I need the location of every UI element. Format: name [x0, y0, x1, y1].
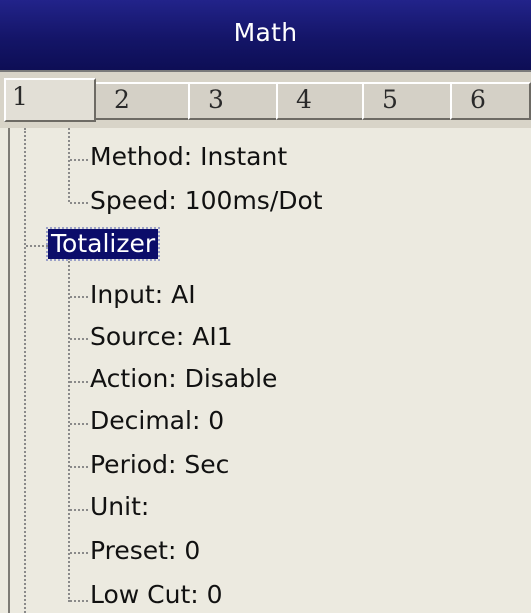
tree-item-decimal[interactable]: Decimal: 0	[90, 406, 224, 436]
tree-connector-children	[68, 258, 70, 602]
tab-6[interactable]: 6	[450, 82, 531, 120]
tab-label: 2	[114, 85, 130, 114]
tree-item-preset[interactable]: Preset: 0	[90, 536, 200, 566]
tab-4[interactable]: 4	[276, 82, 364, 120]
tree-item-action[interactable]: Action: Disable	[90, 364, 277, 394]
panel-left-border	[8, 128, 10, 613]
tree-branch	[70, 159, 88, 161]
tree-item-totalizer[interactable]: Totalizer	[45, 227, 161, 261]
tree-item-speed[interactable]: Speed: 100ms/Dot	[90, 186, 323, 216]
window-title: Math	[233, 18, 298, 47]
tree-item-method[interactable]: Method: Instant	[90, 142, 287, 172]
tree-connector-root	[24, 128, 26, 613]
tree-connector-prev	[68, 128, 70, 202]
tree-branch	[70, 296, 88, 298]
tree-branch	[70, 466, 88, 468]
tree-item-low-cut[interactable]: Low Cut: 0	[90, 580, 223, 610]
tab-label: 6	[470, 85, 486, 114]
tab-3[interactable]: 3	[188, 82, 278, 120]
tab-label: 4	[296, 85, 312, 114]
title-bar: Math	[0, 0, 531, 70]
tree-branch	[70, 381, 88, 383]
tree-item-unit[interactable]: Unit:	[90, 492, 149, 522]
tree-branch	[70, 552, 88, 554]
tab-label: 1	[12, 82, 28, 111]
tab-1[interactable]: 1	[4, 78, 96, 122]
tab-label: 3	[208, 85, 224, 114]
tree-item-source[interactable]: Source: AI1	[90, 322, 233, 352]
tree-branch	[70, 600, 88, 602]
tree-branch	[70, 202, 88, 204]
tab-2[interactable]: 2	[94, 82, 190, 120]
tree-item-period[interactable]: Period: Sec	[90, 450, 229, 480]
tab-label: 5	[382, 85, 398, 114]
tree-item-input[interactable]: Input: AI	[90, 280, 196, 310]
tab-bar: 1 2 3 4 5 6	[0, 70, 531, 128]
tree-branch	[26, 245, 48, 247]
tree-branch	[70, 338, 88, 340]
tab-5[interactable]: 5	[362, 82, 452, 120]
tree-branch	[70, 509, 88, 511]
tree-branch	[70, 423, 88, 425]
